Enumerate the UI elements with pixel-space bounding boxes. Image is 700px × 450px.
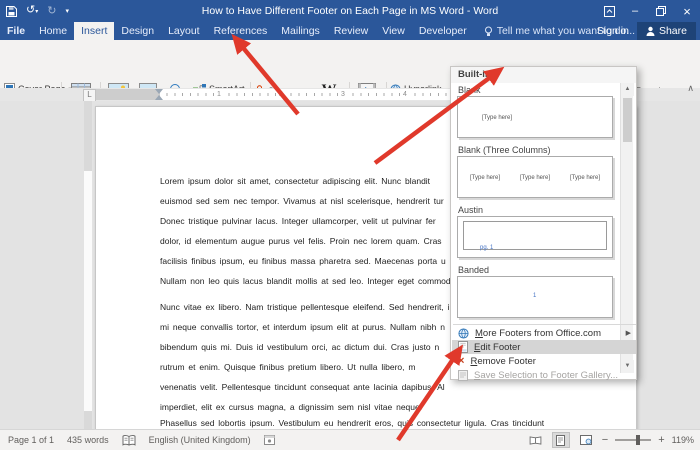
zoom-in-icon[interactable]: + [658,434,664,446]
person-icon [646,26,655,36]
title-bar: ↺▾ ↻ ▾ How to Have Different Footer on E… [0,0,700,22]
footer-style-label-austin: Austin [458,204,483,216]
submenu-arrow-icon: ▶ [626,329,631,337]
web-layout-icon[interactable] [577,432,595,448]
lightbulb-icon [484,26,493,37]
tab-developer[interactable]: Developer [412,22,474,40]
ruler-number: 3 [339,90,347,99]
save-icon[interactable] [6,6,17,17]
tab-insert[interactable]: Insert [74,22,114,40]
footer-gallery-header: Built-in [451,67,636,83]
close-button[interactable]: × [674,0,700,22]
footer-style-blank[interactable]: [Type here] [457,96,613,138]
zoom-out-icon[interactable]: − [602,434,608,446]
tab-mailings[interactable]: Mailings [274,22,327,40]
print-layout-icon[interactable] [552,432,570,448]
vertical-ruler[interactable] [84,101,92,429]
hanging-indent-marker[interactable] [155,95,163,100]
footer-style-banded[interactable]: 1 [457,276,613,318]
tab-view[interactable]: View [375,22,412,40]
restore-button[interactable] [648,0,674,22]
collapse-ribbon-icon[interactable]: ∧ [687,84,694,93]
undo-icon[interactable]: ↺▾ [26,5,38,18]
window-title: How to Have Different Footer on Each Pag… [202,0,498,22]
ribbon-tabs: File Home Insert Design Layout Reference… [0,22,700,40]
scrollbar-thumb[interactable] [623,98,632,142]
scroll-up-icon[interactable]: ▲ [621,83,634,96]
edit-footer-icon [458,341,468,353]
tab-file[interactable]: File [0,22,32,40]
footer-style-label-banded: Banded [458,264,489,276]
share-button[interactable]: Share [637,22,696,40]
ruler-number: 2 [277,90,285,99]
macro-icon[interactable] [264,435,275,445]
tab-design[interactable]: Design [114,22,161,40]
ruler-number: 4 [401,90,409,99]
word-window: ↺▾ ↻ ▾ How to Have Different Footer on E… [0,0,700,450]
language-status[interactable]: English (United Kingdom) [149,435,251,445]
tab-review[interactable]: Review [327,22,375,40]
menu-item-more-footers[interactable]: More Footers from Office.com ▶ [452,326,636,340]
quick-access-toolbar: ↺▾ ↻ ▾ [6,0,69,22]
footer-style-label-blank: Blank [458,84,481,96]
first-line-indent-marker[interactable] [155,89,163,94]
menu-item-remove-footer[interactable]: × Remove Footer [452,354,636,368]
read-mode-icon[interactable] [527,432,545,448]
minimize-button[interactable]: – [622,0,648,22]
word-count[interactable]: 435 words [67,435,109,445]
zoom-slider-thumb[interactable] [636,435,640,445]
zoom-level[interactable]: 119% [672,435,694,445]
account-area: Sign in Share [597,22,696,40]
status-bar: Page 1 of 1 435 words English (United Ki… [0,429,700,450]
ribbon-display-options-icon[interactable] [596,0,622,22]
proofing-book-icon[interactable] [122,435,136,446]
sign-in-button[interactable]: Sign in [597,22,629,40]
redo-icon[interactable]: ↻ [47,6,56,17]
remove-footer-icon: × [458,356,464,367]
footer-style-label-blank-three: Blank (Three Columns) [458,144,551,156]
footer-dropdown-menu: Built-in Blank [Type here] Blank (Three … [450,66,637,380]
save-gallery-icon [458,370,468,381]
ruler-number: 1 [215,90,223,99]
footer-style-blank-three-columns[interactable]: [Type here] [Type here] [Type here] [457,156,613,198]
page-count[interactable]: Page 1 of 1 [8,435,54,445]
tab-layout[interactable]: Layout [161,22,207,40]
footer-style-austin[interactable]: pg. 1 [457,216,613,258]
paragraph: Phasellus sed lobortis ipsum. Vestibulum… [160,413,630,429]
window-controls: – × [596,0,700,22]
customize-qat-icon[interactable]: ▾ [65,6,69,17]
tab-home[interactable]: Home [32,22,74,40]
zoom-slider[interactable] [615,439,651,441]
office-globe-icon [458,328,469,339]
menu-item-edit-footer[interactable]: Edit Footer [452,340,636,354]
menu-item-save-selection[interactable]: Save Selection to Footer Gallery... [452,368,636,382]
tab-references[interactable]: References [207,22,275,40]
